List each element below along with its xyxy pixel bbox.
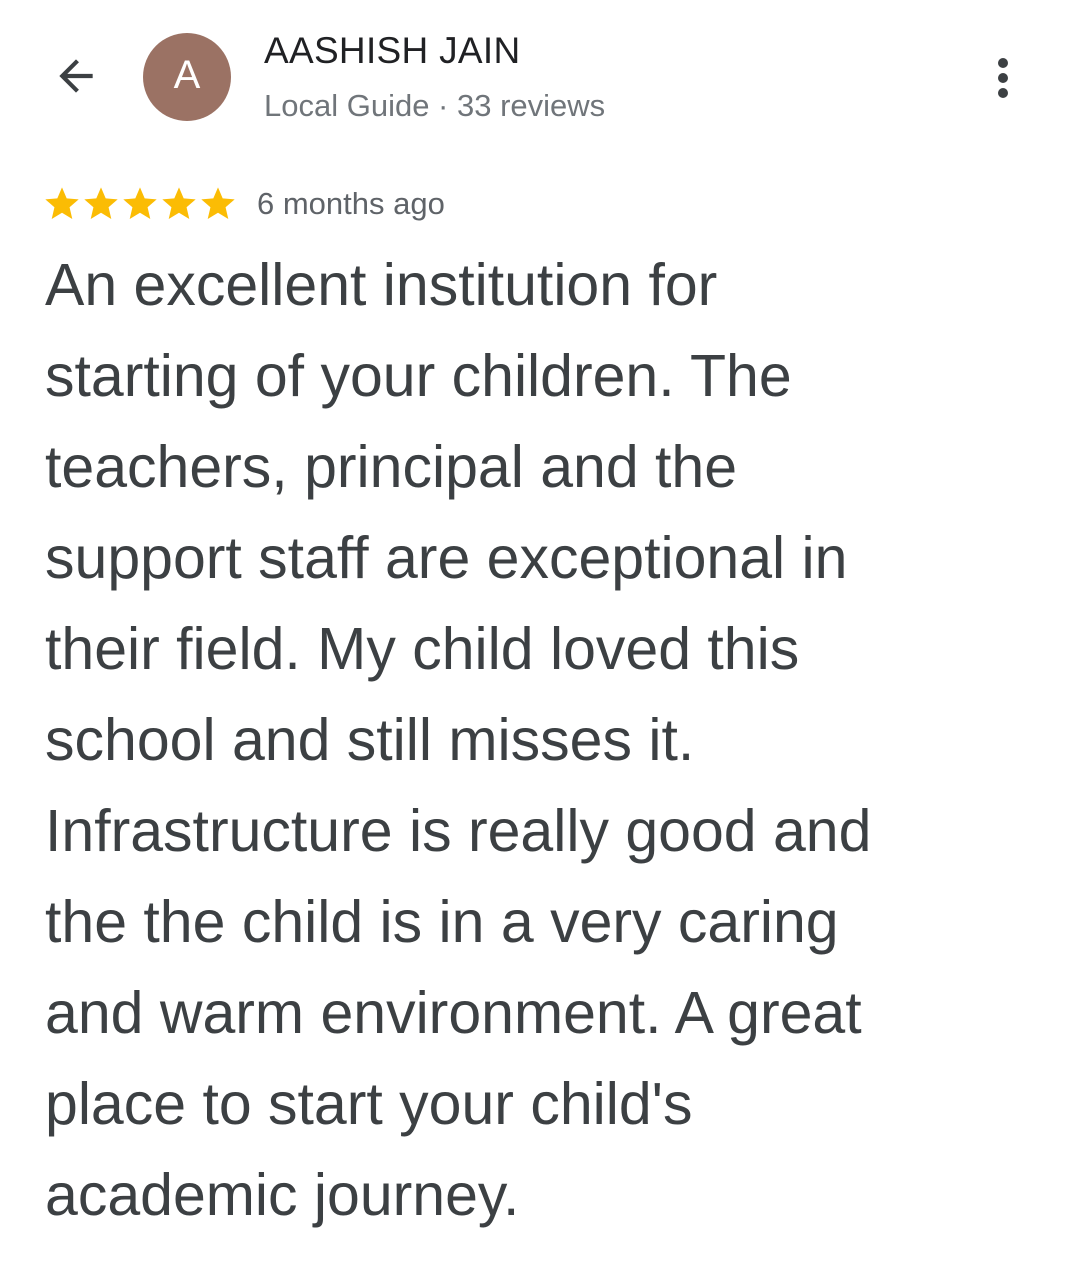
reviewer-meta: Local Guide · 33 reviews: [264, 88, 606, 123]
review-time: 6 months ago: [257, 186, 445, 221]
star-icon: [123, 187, 157, 219]
star-icon: [84, 187, 118, 219]
star-icon: [201, 187, 235, 219]
star-icon: [45, 187, 79, 219]
more-vertical-icon: [998, 58, 1008, 98]
review-header: A AASHISH JAIN Local Guide · 33 reviews: [0, 0, 1080, 150]
reviewer-name[interactable]: AASHISH JAIN: [264, 30, 521, 72]
review-text: An excellent institution for starting of…: [45, 252, 872, 1228]
arrow-left-icon: [59, 59, 93, 93]
more-options-button[interactable]: [978, 48, 1028, 108]
avatar[interactable]: A: [143, 33, 231, 121]
avatar-letter: A: [173, 52, 201, 97]
back-button[interactable]: [44, 46, 108, 106]
star-icon: [162, 187, 196, 219]
rating-row: 6 months ago: [42, 180, 445, 228]
star-rating: [42, 184, 237, 224]
